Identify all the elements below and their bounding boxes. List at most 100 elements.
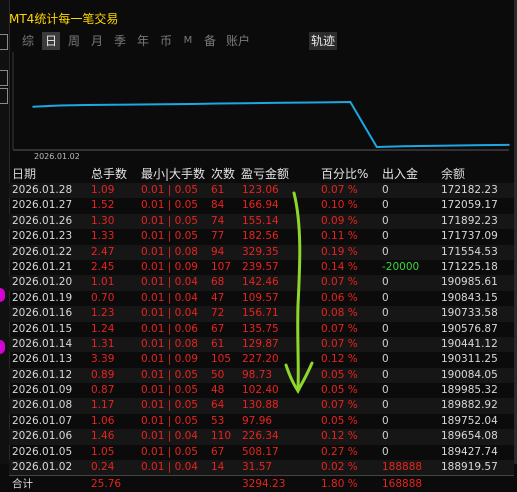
left-edge-marker (0, 34, 8, 50)
header-pnl: 盈亏金额 (241, 167, 290, 181)
tab-account[interactable]: 账户 (224, 32, 252, 50)
table-row[interactable]: 2026.01.09 0.87 0.01 | 0.05 48 102.40 0.05 % 0… (9, 383, 514, 398)
cell-balance: 190311.25 (441, 353, 498, 366)
cell-lots: 3.39 (91, 353, 115, 366)
cell-balance: 172059.17 (441, 199, 498, 212)
tab-year[interactable]: 年 (134, 32, 152, 50)
table-row[interactable]: 2026.01.20 1.01 0.01 | 0.04 68 142.46 0.07 % 0… (9, 275, 514, 291)
cell-io: 0 (382, 291, 389, 304)
cell-count: 74 (211, 214, 225, 227)
table-row[interactable]: 2026.01.05 1.05 0.01 | 0.05 67 508.17 0.27 % 0… (9, 445, 514, 460)
cell-date: 2026.01.23 (12, 230, 73, 243)
cell-pnl: 31.57 (242, 461, 273, 474)
total-io: 168888 (382, 478, 423, 491)
cell-io: 0 (382, 399, 389, 412)
cell-date: 2026.01.06 (12, 430, 73, 443)
cell-minmax: 0.01 | 0.04 (141, 276, 198, 289)
cell-lots: 1.17 (91, 399, 115, 412)
header-pct: 百分比% (321, 167, 369, 181)
cell-io: 0 (382, 184, 389, 196)
table-row[interactable]: 2026.01.23 1.33 0.01 | 0.05 77 182.56 0.11 % 0… (9, 229, 514, 244)
table-row[interactable]: 2026.01.19 0.70 0.01 | 0.04 47 109.57 0.06 % 0… (9, 291, 514, 306)
cell-io: 0 (382, 384, 389, 397)
cell-io: 0 (382, 414, 389, 427)
cell-date: 2026.01.05 (12, 445, 73, 458)
cell-io: 188888 (382, 461, 423, 474)
cell-minmax: 0.01 | 0.04 (141, 291, 198, 304)
cell-count: 61 (211, 337, 225, 350)
table-row[interactable]: 2026.01.27 1.52 0.01 | 0.05 84 166.94 0.10 % 0… (9, 198, 514, 213)
tab-summary[interactable]: 综 (19, 32, 37, 50)
table-row[interactable]: 2026.01.26 1.30 0.01 | 0.05 74 155.14 0.09 % 0… (9, 213, 514, 230)
table-row[interactable]: 2026.01.21 2.45 0.01 | 0.09 107 239.57 0.14 %… (9, 260, 514, 275)
chart-x-start-label: 2026.01.02 (34, 152, 80, 161)
cell-balance: 188919.57 (441, 461, 498, 474)
cell-balance: 190084.05 (441, 368, 498, 381)
cell-lots: 0.70 (91, 291, 115, 304)
cell-balance: 190441.12 (441, 337, 498, 350)
tab-track[interactable]: 轨迹 (309, 32, 337, 50)
total-label: 合计 (12, 478, 33, 491)
tab-month[interactable]: 月 (88, 32, 106, 50)
cell-count: 64 (211, 399, 225, 412)
table-row[interactable]: 2026.01.12 0.89 0.01 | 0.05 50 98.73 0.05 % 0 1… (9, 367, 514, 384)
daily-stats-table: 日期 总手数 最小|大手数 次数 盈亏金额 百分比% 出入金 余额 2026.0… (9, 166, 514, 492)
equity-point (32, 105, 34, 108)
cell-pct: 0.14 % (321, 260, 358, 273)
equity-point (296, 101, 299, 104)
cell-io: 0 (382, 430, 389, 443)
tab-note[interactable]: 备 (201, 32, 219, 50)
table-row[interactable]: 2026.01.15 1.24 0.01 | 0.06 67 135.75 0.07 % 0… (9, 322, 514, 337)
cell-minmax: 0.01 | 0.08 (141, 245, 198, 258)
cell-pnl: 182.56 (242, 230, 279, 243)
equity-point (111, 104, 114, 106)
tab-quarter[interactable]: 季 (111, 32, 129, 50)
table-row[interactable]: 2026.01.16 1.23 0.01 | 0.04 72 156.71 0.08 % 0… (9, 306, 514, 322)
cell-minmax: 0.01 | 0.08 (141, 337, 198, 350)
tab-day[interactable]: 日 (42, 32, 60, 50)
cell-io: 0 (382, 199, 389, 212)
equity-point (85, 104, 87, 106)
left-edge-marker (0, 88, 8, 104)
equity-chart-svg (12, 52, 510, 151)
cell-balance: 171225.18 (441, 260, 498, 273)
header-minmax: 最小|大手数 (141, 167, 206, 181)
cell-date: 2026.01.22 (12, 245, 73, 258)
equity-point (508, 144, 510, 146)
cell-minmax: 0.01 | 0.05 (141, 199, 198, 212)
cell-io: 0 (382, 368, 389, 381)
table-row[interactable]: 2026.01.06 1.46 0.01 | 0.04 110 226.34 0.12 %… (9, 429, 514, 445)
cell-minmax: 0.01 | 0.06 (141, 322, 198, 335)
tab-currency[interactable]: 币 (157, 32, 175, 50)
table-row[interactable]: 2026.01.13 3.39 0.01 | 0.09 105 227.20 0.12 %… (9, 352, 514, 367)
cell-pnl: 129.87 (242, 337, 279, 350)
header-lots: 总手数 (91, 167, 128, 181)
cell-pct: 0.09 % (321, 214, 358, 227)
equity-point (164, 103, 167, 106)
tab-week[interactable]: 周 (65, 32, 83, 50)
cell-io: 0 (382, 245, 389, 258)
cell-minmax: 0.01 | 0.05 (141, 230, 198, 243)
table-row[interactable]: 2026.01.14 1.31 0.01 | 0.08 61 129.87 0.07 % 0… (9, 336, 514, 353)
cell-date: 2026.01.20 (12, 276, 73, 289)
cell-balance: 190843.15 (441, 291, 498, 304)
table-row[interactable]: 2026.01.02 0.24 0.01 | 0.04 14 31.57 0.02 % 18… (9, 460, 514, 476)
cell-count: 107 (211, 260, 232, 273)
cell-pnl: 226.34 (242, 430, 279, 443)
table-row[interactable]: 2026.01.28 1.09 0.01 | 0.05 61 123.06 0.07 % 0… (9, 183, 514, 199)
cell-date: 2026.01.14 (12, 337, 73, 350)
cell-lots: 1.52 (91, 199, 115, 212)
tab-m[interactable]: M (180, 32, 196, 50)
table-row[interactable]: 2026.01.07 1.06 0.01 | 0.05 53 97.96 0.05 % 0 1… (9, 414, 514, 429)
equity-chart (9, 52, 514, 162)
table-row[interactable]: 2026.01.22 2.47 0.01 | 0.08 94 329.35 0.19 % 0… (9, 244, 514, 260)
cell-pnl: 329.35 (242, 245, 279, 258)
cell-count: 14 (211, 461, 225, 474)
cell-count: 68 (211, 276, 225, 289)
cell-pct: 0.11 % (321, 230, 358, 243)
table-row[interactable]: 2026.01.08 1.17 0.01 | 0.05 64 130.88 0.07 % 0… (9, 398, 514, 414)
cell-pnl: 135.75 (242, 322, 279, 335)
cell-date: 2026.01.02 (12, 461, 73, 474)
cell-io: 0 (382, 353, 389, 366)
cell-date: 2026.01.15 (12, 322, 73, 335)
